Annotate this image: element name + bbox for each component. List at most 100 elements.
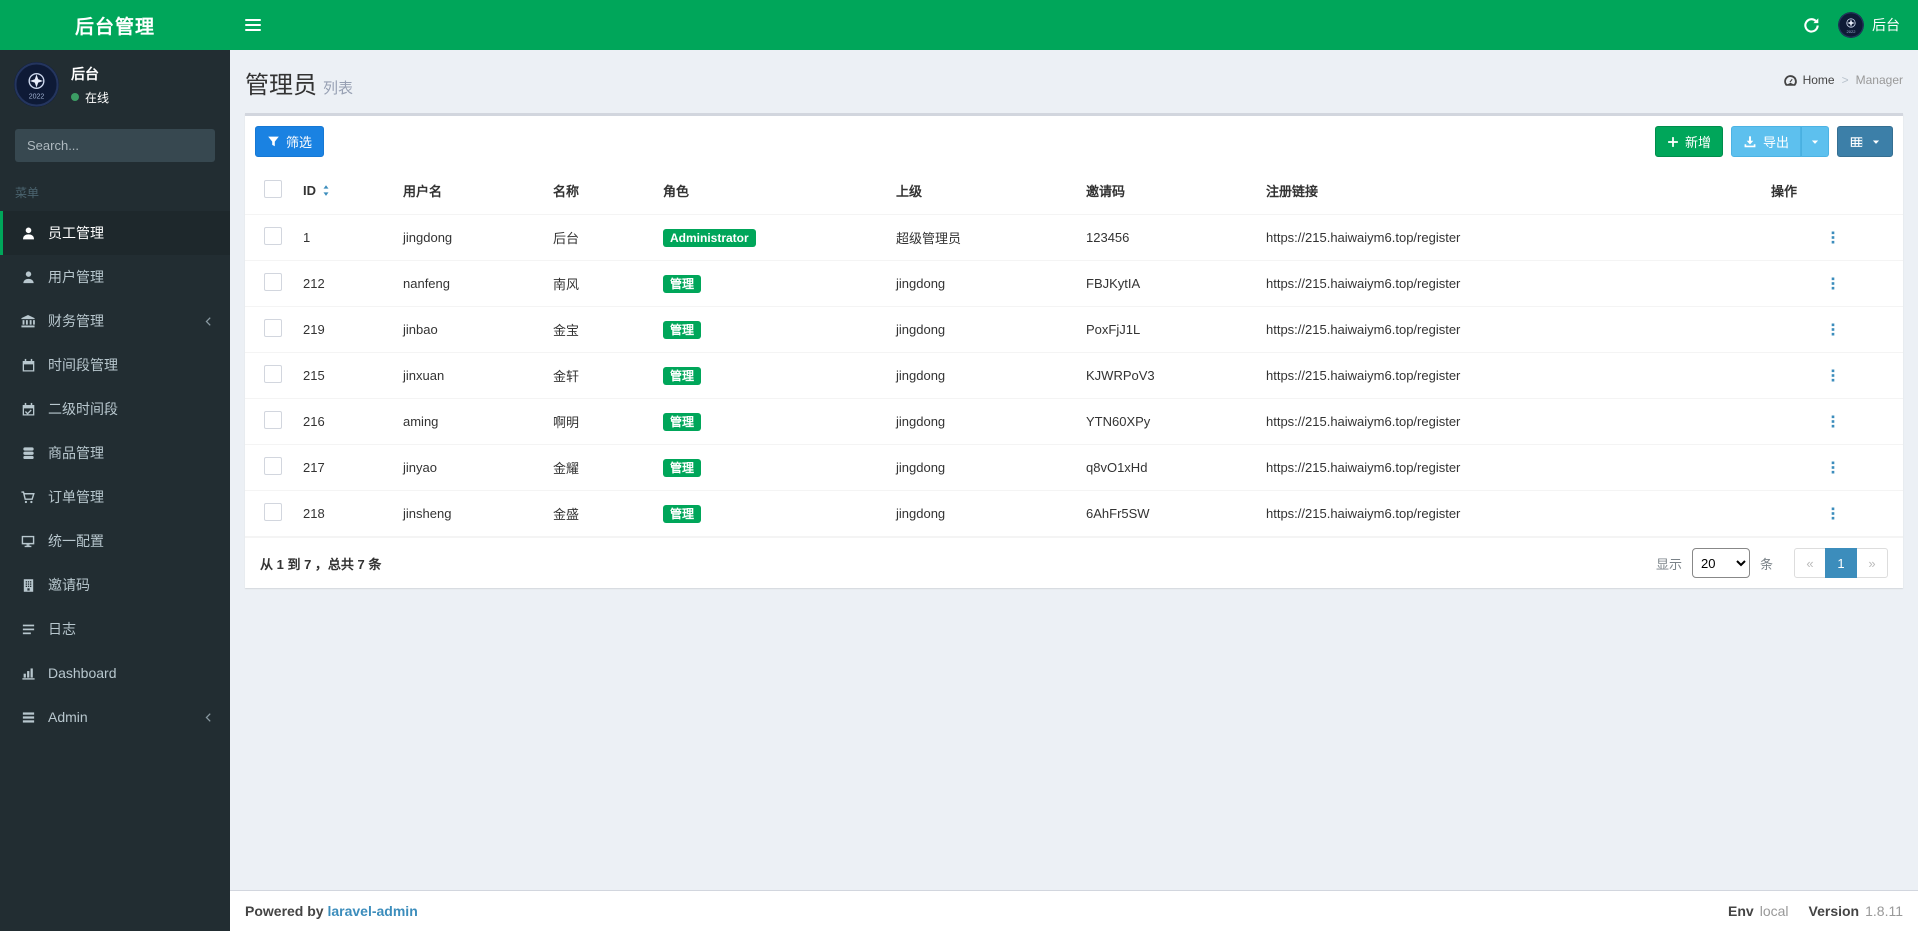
search-input[interactable] [15, 129, 215, 162]
table-row: 217 jinyao 金耀 管理 jingdong q8vO1xHd https… [245, 444, 1903, 491]
row-checkbox[interactable] [264, 273, 282, 291]
calendar-icon [18, 358, 38, 373]
cell-register-link: https://215.haiwaiym6.top/register [1258, 444, 1763, 491]
refresh-icon[interactable] [1803, 17, 1820, 34]
role-badge: 管理 [663, 458, 702, 477]
table-row: 212 nanfeng 南风 管理 jingdong FBJKytIA http… [245, 260, 1903, 307]
sidebar-item-用户管理[interactable]: 用户管理 [0, 255, 230, 299]
cell-username: jingdong [395, 214, 545, 261]
export-button[interactable]: 导出 [1730, 126, 1801, 157]
table-row: 216 aming 啊明 管理 jingdong YTN60XPy https:… [245, 398, 1903, 445]
version-label: Version [1808, 903, 1860, 919]
row-actions-button[interactable] [1823, 504, 1843, 523]
table-grid-icon [1849, 135, 1864, 149]
row-actions-button[interactable] [1823, 228, 1843, 247]
role-badge: 管理 [663, 504, 702, 523]
page-subtitle: 列表 [323, 80, 354, 97]
user-icon [18, 226, 38, 241]
role-badge: 管理 [663, 274, 702, 293]
row-actions-button[interactable] [1823, 366, 1843, 385]
sort-icon[interactable] [321, 184, 331, 197]
grid-footer: 从 1 到 7 ，总共 7 条 显示 20 条 « 1 » [245, 537, 1903, 588]
filter-button[interactable]: 筛选 [255, 126, 325, 157]
rows-summary: 从 1 到 7 ，总共 7 条 [260, 556, 382, 572]
pagination-prev[interactable]: « [1794, 548, 1826, 578]
table-row: 219 jinbao 金宝 管理 jingdong PoxFjJ1L https… [245, 306, 1903, 353]
page-size-select[interactable]: 20 [1691, 548, 1750, 578]
app-logo[interactable]: 后台管理 [0, 0, 230, 50]
cell-parent: jingdong [888, 490, 1078, 537]
sidebar-item-日志[interactable]: 日志 [0, 607, 230, 651]
row-checkbox[interactable] [264, 457, 282, 475]
cell-username: jinxuan [395, 352, 545, 399]
pagination-page-1[interactable]: 1 [1825, 548, 1857, 578]
cell-id: 217 [295, 444, 395, 491]
column-header-邀请码: 邀请码 [1078, 167, 1258, 215]
cell-register-link: https://215.haiwaiym6.top/register [1258, 214, 1763, 261]
dashboard-gauge-icon [1783, 74, 1798, 87]
row-checkbox[interactable] [264, 319, 282, 337]
sidebar-item-二级时间段[interactable]: 二级时间段 [0, 387, 230, 431]
breadcrumb-current: Manager [1855, 73, 1903, 87]
avatar: 2022 [1838, 12, 1864, 38]
pagination: « 1 » [1794, 548, 1888, 578]
sidebar-item-员工管理[interactable]: 员工管理 [0, 211, 230, 255]
add-button[interactable]: 新增 [1654, 126, 1723, 157]
menu-header: 菜单 [15, 186, 40, 200]
role-badge: Administrator [663, 228, 756, 247]
select-all-checkbox[interactable] [264, 180, 282, 198]
sidebar-user-panel: 2022 后台 在线 [0, 50, 230, 119]
list-icon [18, 622, 38, 637]
user-menu[interactable]: 2022 后台 [1838, 12, 1900, 38]
breadcrumb-separator: > [1841, 73, 1849, 87]
sidebar-item-Admin[interactable]: Admin [0, 695, 230, 739]
cell-username: jinbao [395, 306, 545, 353]
laravel-admin-link[interactable]: laravel-admin [327, 903, 417, 919]
row-checkbox[interactable] [264, 503, 282, 521]
row-actions-button[interactable] [1823, 274, 1843, 293]
svg-text:2022: 2022 [29, 94, 45, 101]
row-actions-button[interactable] [1823, 458, 1843, 477]
cell-parent: jingdong [888, 260, 1078, 307]
column-header-用户名: 用户名 [395, 167, 545, 215]
sidebar-item-财务管理[interactable]: 财务管理 [0, 299, 230, 343]
sidebar-item-统一配置[interactable]: 统一配置 [0, 519, 230, 563]
row-checkbox[interactable] [264, 411, 282, 429]
export-dropdown-button[interactable] [1801, 126, 1829, 157]
sidebar-user-name: 后台 [71, 65, 99, 82]
breadcrumb-home[interactable]: Home [1783, 73, 1835, 87]
pagination-next[interactable]: » [1856, 548, 1888, 578]
cell-invite-code: PoxFjJ1L [1078, 306, 1258, 353]
sidebar-item-邀请码[interactable]: 邀请码 [0, 563, 230, 607]
user-status-label: 在线 [85, 90, 110, 105]
cell-name: 金宝 [545, 306, 655, 353]
table-row: 1 jingdong 后台 Administrator 超级管理员 123456… [245, 214, 1903, 261]
cell-invite-code: 123456 [1078, 214, 1258, 261]
cart-icon [18, 490, 38, 505]
sidebar-item-订单管理[interactable]: 订单管理 [0, 475, 230, 519]
role-badge: 管理 [663, 412, 702, 431]
sidebar-item-时间段管理[interactable]: 时间段管理 [0, 343, 230, 387]
top-navbar: 后台管理 2022 后台 [0, 0, 1918, 50]
row-actions-button[interactable] [1823, 320, 1843, 339]
grid-box: 筛选 新增 导出 ID 用户名 名称 角色 上级 邀请码 注册链接 操作 1 j… [245, 113, 1903, 588]
chevron-left-icon [203, 316, 214, 327]
sidebar-toggle-button[interactable] [230, 0, 276, 50]
row-checkbox[interactable] [264, 365, 282, 383]
sidebar-item-商品管理[interactable]: 商品管理 [0, 431, 230, 475]
cell-invite-code: KJWRPoV3 [1078, 352, 1258, 399]
cell-name: 后台 [545, 214, 655, 261]
cell-parent: jingdong [888, 444, 1078, 491]
row-checkbox[interactable] [264, 227, 282, 245]
table-header-row: ID 用户名 名称 角色 上级 邀请码 注册链接 操作 [245, 167, 1903, 215]
column-selector-button[interactable] [1837, 126, 1893, 157]
caret-down-icon [1810, 137, 1820, 147]
cell-id: 215 [295, 352, 395, 399]
page-size-suffix: 条 [1759, 556, 1773, 572]
column-header-ID[interactable]: ID [295, 167, 395, 215]
cell-id: 212 [295, 260, 395, 307]
sidebar-item-Dashboard[interactable]: Dashboard [0, 651, 230, 695]
svg-text:2022: 2022 [1846, 29, 1856, 34]
download-icon [1743, 135, 1757, 149]
row-actions-button[interactable] [1823, 412, 1843, 431]
